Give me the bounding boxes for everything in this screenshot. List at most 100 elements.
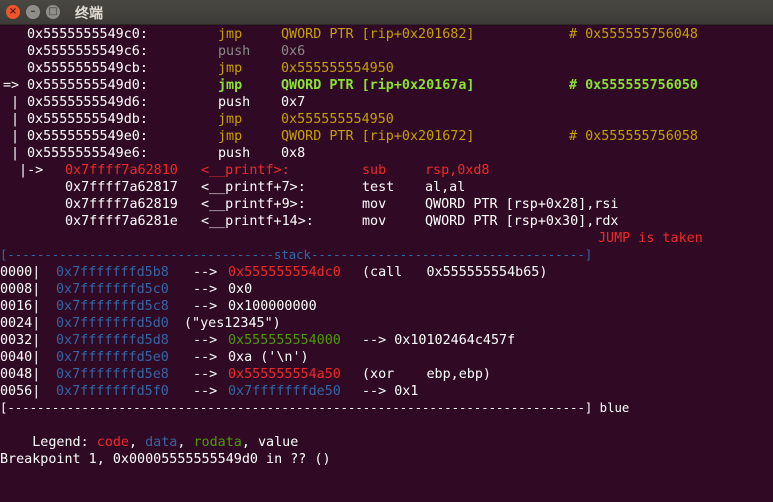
target-address: 0x7ffff7a6281e	[65, 214, 178, 229]
disasm-prefix: |	[3, 112, 28, 127]
stack-arrow: -->	[193, 282, 218, 297]
stack-row: 0040| 0x7fffffffd5e0 --> 0xa ('\n')	[0, 349, 309, 366]
target-operands: al,al	[425, 180, 466, 195]
target-opcode: test	[362, 180, 395, 195]
stack-footer: [---------------------------------------…	[0, 400, 629, 417]
target-symbol: <__printf+14>:	[201, 214, 314, 229]
disasm-operands: 0x555555554950	[281, 61, 394, 76]
stack-address: 0x7fffffffd5e0	[56, 350, 169, 365]
stack-value: 0x555555554a50	[228, 367, 341, 382]
stack-address: 0x7fffffffd5b8	[56, 265, 169, 280]
stack-annotation: --> 0x10102464c457f	[362, 333, 516, 348]
current-instruction-arrow: =>	[3, 78, 28, 93]
target-opcode: mov	[362, 197, 387, 212]
target-symbol: <__printf+9>:	[201, 197, 306, 212]
disasm-prefix	[3, 43, 27, 60]
disasm-operands: QWORD PTR [rip+0x201682]	[281, 27, 475, 42]
disasm-address: 0x5555555549e6:	[27, 146, 148, 161]
stack-arrow: -->	[193, 367, 218, 382]
stack-row: 0016| 0x7fffffffd5c8 --> 0x100000000	[0, 298, 317, 315]
stack-row: 0048| 0x7fffffffd5e8 --> 0x555555554a50 …	[0, 366, 491, 383]
stack-arrow: -->	[193, 299, 218, 314]
disasm-address: 0x5555555549e0:	[27, 129, 148, 144]
terminal-output[interactable]: 0x5555555549c0: jmp QWORD PTR [rip+0x201…	[0, 26, 773, 468]
disasm-operands: 0x8	[281, 146, 306, 161]
stack-value: 0x100000000	[228, 299, 317, 314]
legend-separator: ,	[241, 435, 258, 450]
minimize-button[interactable]: –	[26, 5, 40, 19]
target-operands: rsp,0xd8	[425, 163, 490, 178]
stack-offset: 0008|	[0, 282, 41, 297]
disasm-operands: QWORD PTR [rip+0x201672]	[281, 129, 475, 144]
breakpoint-text: Breakpoint 1, 0x00005555555549d0 in ?? (…	[0, 452, 331, 467]
legend-rodata: rodata	[193, 435, 242, 450]
disasm-prefix	[3, 26, 27, 43]
stack-address: 0x7fffffffd5d0	[56, 316, 169, 331]
jump-status-line: JUMP is taken	[3, 230, 703, 247]
stack-address: 0x7fffffffd5e8	[56, 367, 169, 382]
disasm-line: | 0x5555555549e0: jmp QWORD PTR [rip+0x2…	[3, 128, 698, 145]
disasm-address: 0x5555555549d0:	[27, 78, 148, 93]
disasm-opcode: push	[218, 146, 251, 161]
window-titlebar: × – □ 终端	[0, 0, 773, 25]
disasm-current-line: => 0x5555555549d0: jmp QWORD PTR [rip+0x…	[3, 77, 698, 94]
stack-offset: 0016|	[0, 299, 41, 314]
disasm-opcode: jmp	[218, 61, 243, 76]
disasm-comment: # 0x555555756050	[569, 78, 698, 93]
disasm-line: | 0x5555555549d6: push 0x7	[3, 94, 305, 111]
target-address: 0x7ffff7a62817	[65, 180, 178, 195]
disasm-comment: # 0x555555756058	[569, 129, 698, 144]
disasm-operands: 0x6	[281, 44, 306, 59]
stack-arrow: -->	[193, 333, 218, 348]
disasm-opcode: push	[218, 44, 251, 59]
target-opcode: sub	[362, 163, 387, 178]
disasm-address: 0x5555555549d6:	[27, 95, 148, 110]
disasm-address: 0x5555555549cb:	[27, 61, 148, 76]
stack-value: ("yes12345")	[184, 316, 281, 331]
jump-target-line: 0x7ffff7a62817 <__printf+7>: test al,al	[3, 179, 465, 196]
target-operands: QWORD PTR [rsp+0x30],rdx	[425, 214, 619, 229]
stack-header: [------------------------------------sta…	[0, 247, 592, 264]
stack-offset: 0056|	[0, 384, 41, 399]
target-symbol: <__printf+7>:	[201, 180, 306, 195]
disasm-operands: 0x7	[281, 95, 306, 110]
stack-offset: 0040|	[0, 350, 41, 365]
breakpoint-message: Breakpoint 1, 0x00005555555549d0 in ?? (…	[0, 451, 331, 468]
disasm-line: 0x5555555549c6: push 0x6	[3, 43, 305, 60]
disasm-prefix	[3, 60, 27, 77]
stack-address: 0x7fffffffd5d8	[56, 333, 169, 348]
legend-value: value	[258, 435, 299, 450]
disasm-prefix: |	[3, 95, 28, 110]
stack-value: 0x555555554000	[228, 333, 341, 348]
stack-arrow: -->	[193, 350, 218, 365]
maximize-button[interactable]: □	[46, 5, 60, 19]
stack-arrow: -->	[193, 265, 218, 280]
stack-annotation: --> 0x1	[362, 384, 419, 399]
stack-annotation: (xor ebp,ebp)	[362, 367, 491, 382]
stack-value: 0x7fffffffde50	[228, 384, 341, 399]
stack-offset: 0000|	[0, 265, 41, 280]
stack-row: 0056| 0x7fffffffd5f0 --> 0x7fffffffde50 …	[0, 383, 418, 400]
stack-value: 0x0	[228, 282, 253, 297]
target-opcode: mov	[362, 214, 387, 229]
disasm-line: | 0x5555555549db: jmp 0x555555554950	[3, 111, 394, 128]
legend-separator: ,	[177, 435, 194, 450]
close-button[interactable]: ×	[6, 5, 20, 19]
stack-offset: 0048|	[0, 367, 41, 382]
disasm-line: | 0x5555555549e6: push 0x8	[3, 145, 305, 162]
stack-row: 0032| 0x7fffffffd5d8 --> 0x555555554000 …	[0, 332, 515, 349]
stack-header-text: [------------------------------------sta…	[0, 248, 593, 262]
disasm-opcode: push	[218, 95, 251, 110]
stack-address: 0x7fffffffd5f0	[56, 384, 169, 399]
disasm-comment: # 0x555555756048	[569, 27, 698, 42]
disasm-operands: 0x555555554950	[281, 112, 394, 127]
disasm-operands: QWORD PTR [rip+0x20167a]	[281, 78, 475, 93]
disasm-address: 0x5555555549c0:	[27, 27, 148, 42]
target-address: 0x7ffff7a62819	[65, 197, 178, 212]
disasm-opcode: jmp	[218, 129, 243, 144]
stack-value: 0x555555554dc0	[228, 265, 341, 280]
jump-target-line: |-> 0x7ffff7a62810 <__printf>: sub rsp,0…	[3, 162, 489, 179]
stack-row: 0024| 0x7fffffffd5d0 ("yes12345")	[0, 315, 281, 332]
disasm-opcode: jmp	[218, 27, 243, 42]
stack-address: 0x7fffffffd5c0	[56, 282, 169, 297]
